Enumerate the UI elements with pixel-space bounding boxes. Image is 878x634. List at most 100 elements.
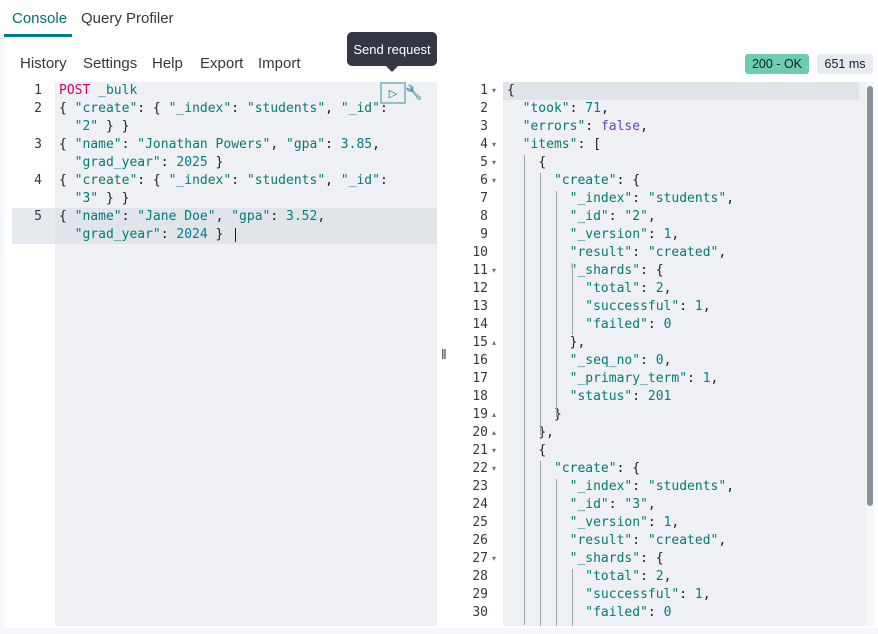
response-code-line: "failed": 0 <box>585 317 672 332</box>
response-line-number: 4 <box>480 137 488 152</box>
response-code-line: "_index": "students", <box>569 191 735 206</box>
fold-open-icon[interactable]: ▾ <box>492 136 496 154</box>
fold-close-icon[interactable]: ▴ <box>492 334 496 352</box>
response-code-line: "successful": 1, <box>585 587 711 602</box>
fold-open-icon[interactable]: ▾ <box>492 262 496 280</box>
response-line-number: 30 <box>472 605 488 620</box>
response-active-line <box>503 82 859 100</box>
response-code-line: { <box>538 155 547 170</box>
response-line-number: 18 <box>472 389 488 404</box>
response-code-line: "_id": "3", <box>569 497 656 512</box>
tab-query-profiler[interactable]: Query Profiler <box>81 10 174 27</box>
response-code-line: "total": 2, <box>585 569 672 584</box>
response-line-number: 9 <box>480 227 488 242</box>
indent-guide <box>572 263 573 335</box>
response-line-number: 23 <box>472 479 488 494</box>
response-line-number: 15 <box>472 335 488 350</box>
request-line-number <box>12 154 42 172</box>
response-code-line: "_seq_no": 0, <box>569 353 672 368</box>
response-code-line: "total": 2, <box>585 281 672 296</box>
request-line-number: 1 <box>34 83 42 98</box>
response-line-number: 10 <box>472 245 488 260</box>
menu-help[interactable]: Help <box>152 55 183 72</box>
indent-guide <box>524 155 525 625</box>
menu-import[interactable]: Import <box>258 55 301 72</box>
response-code-line: "_primary_term": 1, <box>569 371 719 386</box>
indent-guide <box>540 461 541 626</box>
request-code-line: "3" } } <box>74 191 130 206</box>
response-line-number: 28 <box>472 569 488 584</box>
fold-open-icon[interactable]: ▾ <box>492 550 496 568</box>
response-code-line: { <box>538 443 547 458</box>
fold-open-icon[interactable]: ▾ <box>492 82 496 100</box>
request-code-line: POST _bulk <box>59 83 138 98</box>
fold-close-icon[interactable]: ▴ <box>492 424 496 442</box>
request-code-line: { "name": "Jane Doe", "gpa": 3.52, <box>59 209 326 224</box>
request-line-number: 2 <box>34 101 42 116</box>
response-line-number: 14 <box>472 317 488 332</box>
request-code-line: { "create": { "_index": "students", "_id… <box>59 101 388 116</box>
wrench-icon[interactable]: 🔧 <box>405 84 422 101</box>
indent-guide <box>540 173 541 435</box>
response-line-number: 21 <box>472 443 488 458</box>
response-line-number: 11 <box>472 263 488 278</box>
response-line-number: 5 <box>480 155 488 170</box>
response-line-number: 6 <box>480 173 488 188</box>
response-line-number: 25 <box>472 515 488 530</box>
response-line-number: 16 <box>472 353 488 368</box>
fold-open-icon[interactable]: ▾ <box>492 154 496 172</box>
response-code-line: "_version": 1, <box>569 515 680 530</box>
fold-close-icon[interactable]: ▴ <box>492 406 496 424</box>
response-line-number: 20 <box>472 425 488 440</box>
request-code-line: "2" } } <box>74 119 130 134</box>
response-code-line: "_index": "students", <box>569 479 735 494</box>
response-line-number: 13 <box>472 299 488 314</box>
response-code-line: "_shards": { <box>569 551 664 566</box>
response-line-number: 17 <box>472 371 488 386</box>
request-line-number <box>12 190 42 208</box>
response-code-line: } <box>553 407 562 422</box>
response-scroll-thumb[interactable] <box>867 86 873 506</box>
indent-guide <box>572 569 573 626</box>
response-code-line: "took": 71, <box>522 101 609 116</box>
response-line-number: 7 <box>480 191 488 206</box>
active-tab-indicator <box>4 34 72 37</box>
response-line-number: 24 <box>472 497 488 512</box>
response-line-number: 27 <box>472 551 488 566</box>
menu-settings[interactable]: Settings <box>83 55 137 72</box>
request-code-line: "grad_year": 2025 } <box>74 155 224 170</box>
response-code-line: "failed": 0 <box>585 605 672 620</box>
response-line-number: 8 <box>480 209 488 224</box>
menu-history[interactable]: History <box>20 55 67 72</box>
tooltip-arrow <box>386 66 398 72</box>
request-line-number: 3 <box>34 137 42 152</box>
response-line-number: 19 <box>472 407 488 422</box>
tab-console[interactable]: Console <box>12 10 67 27</box>
request-line-number: 4 <box>34 173 42 188</box>
text-caret <box>235 228 236 242</box>
request-line-number <box>12 226 42 244</box>
response-line-number: 12 <box>472 281 488 296</box>
fold-open-icon[interactable]: ▾ <box>492 442 496 460</box>
panel-resizer-handle[interactable]: ‖ <box>441 346 447 362</box>
response-code-line: "successful": 1, <box>585 299 711 314</box>
response-code-line: "create": { <box>553 461 641 476</box>
send-request-tooltip: Send request <box>347 32 437 66</box>
indent-guide <box>556 479 557 626</box>
response-line-number: 26 <box>472 533 488 548</box>
response-code-line: "_shards": { <box>569 263 664 278</box>
response-time-badge: 651 ms <box>817 54 873 74</box>
response-code-line: "_id": "2", <box>569 209 656 224</box>
response-code-line: "create": { <box>553 173 641 188</box>
fold-open-icon[interactable]: ▾ <box>492 172 496 190</box>
indent-guide <box>556 191 557 417</box>
request-code-line: { "create": { "_index": "students", "_id… <box>59 173 388 188</box>
response-code-line: "_version": 1, <box>569 227 680 242</box>
menu-export[interactable]: Export <box>200 55 243 72</box>
fold-open-icon[interactable]: ▾ <box>492 460 496 478</box>
response-line-number: 3 <box>480 119 488 134</box>
send-request-button[interactable]: ▷ <box>380 82 406 104</box>
response-code-line: "items": [ <box>522 137 601 152</box>
response-line-number: 1 <box>480 83 488 98</box>
response-line-number: 29 <box>472 587 488 602</box>
